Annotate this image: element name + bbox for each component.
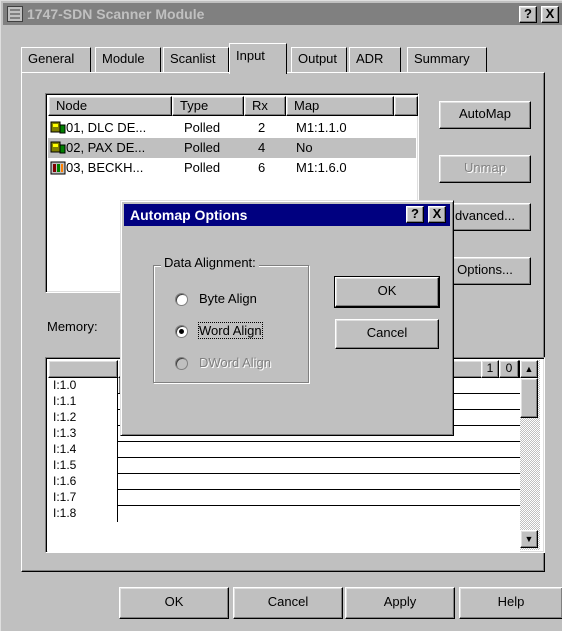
grid-corner-header [48, 360, 118, 378]
table-row[interactable]: I:1.5 [50, 458, 524, 474]
help-button-footer[interactable]: Help [459, 587, 562, 619]
tab-general[interactable]: General [21, 47, 91, 73]
column-header-map[interactable]: Map [286, 96, 394, 116]
byte-align-radio[interactable] [175, 293, 188, 306]
dialog-title-bar[interactable]: Automap Options ? X [124, 204, 450, 226]
dialog-help-button[interactable]: ? [406, 206, 424, 223]
device-icon [50, 121, 66, 134]
column-header-rx[interactable]: Rx [244, 96, 286, 116]
table-row[interactable]: I:1.4 [50, 442, 524, 458]
word-align-radio[interactable] [175, 325, 188, 338]
tab-scanlist[interactable]: Scanlist [163, 47, 229, 73]
row-type: Polled [184, 120, 221, 135]
dialog-close-button[interactable]: X [428, 206, 446, 223]
tab-module[interactable]: Module [95, 47, 161, 73]
row-address: I:1.8 [50, 506, 118, 522]
row-rx: 4 [258, 140, 266, 155]
bit-header-1: 1 [481, 360, 499, 378]
row-address: I:1.3 [50, 426, 118, 442]
row-rx: 6 [258, 160, 266, 175]
word-align-label[interactable]: Word Align [198, 322, 263, 339]
byte-align-label[interactable]: Byte Align [199, 291, 257, 306]
row-address: I:1.5 [50, 458, 118, 474]
row-rx: 2 [258, 120, 266, 135]
scroll-down-arrow-icon[interactable]: ▼ [520, 530, 538, 548]
rack-device-icon [50, 161, 66, 175]
table-row[interactable]: I:1.6 [50, 474, 524, 490]
row-address: I:1.6 [50, 474, 118, 490]
close-button[interactable]: X [541, 6, 559, 23]
title-bar[interactable]: 1747-SDN Scanner Module ? X [3, 3, 562, 25]
row-map: No [296, 140, 313, 155]
tab-adr[interactable]: ADR [349, 47, 401, 73]
app-icon [7, 6, 23, 22]
dword-align-label[interactable]: DWord Align [199, 355, 271, 370]
dword-align-radio[interactable] [175, 357, 188, 370]
device-icon [50, 141, 66, 154]
scroll-up-arrow-icon[interactable]: ▲ [520, 360, 538, 378]
row-map: M1:1.1.0 [296, 120, 347, 135]
table-row[interactable]: I:1.8 [50, 506, 524, 522]
row-node: 01, DLC DE... [66, 120, 147, 135]
column-header-type[interactable]: Type [172, 96, 244, 116]
automap-button[interactable]: AutoMap [439, 101, 531, 129]
window-title: 1747-SDN Scanner Module [27, 6, 205, 22]
column-header-blank[interactable] [394, 96, 418, 116]
cancel-button[interactable]: Cancel [233, 587, 343, 619]
column-header-node[interactable]: Node [48, 96, 172, 116]
unmap-button[interactable]: Unmap [439, 155, 531, 183]
dialog-ok-button[interactable]: OK [334, 276, 440, 308]
row-type: Polled [184, 140, 221, 155]
row-node: 03, BECKH... [66, 160, 144, 175]
row-node: 02, PAX DE... [66, 140, 146, 155]
data-alignment-label: Data Alignment: [161, 255, 259, 270]
memory-label: Memory: [47, 319, 98, 334]
ok-button[interactable]: OK [119, 587, 229, 619]
help-button[interactable]: ? [519, 6, 537, 23]
row-address: I:1.7 [50, 490, 118, 506]
options-label: Options... [457, 262, 513, 277]
tab-input[interactable]: Input [229, 43, 287, 74]
row-map: M1:1.6.0 [296, 160, 347, 175]
table-row[interactable]: I:1.7 [50, 490, 524, 506]
tab-summary[interactable]: Summary [407, 47, 487, 73]
row-address: I:1.1 [50, 394, 118, 410]
unmap-label: Unmap [464, 160, 506, 175]
dialog-title: Automap Options [130, 207, 248, 223]
automap-label: AutoMap [458, 106, 512, 121]
row-address: I:1.2 [50, 410, 118, 426]
advanced-label: dvanced... [455, 208, 515, 223]
row-address: I:1.0 [50, 378, 118, 394]
scroll-thumb[interactable] [520, 378, 538, 418]
automap-options-dialog: Automap Options ? X Data Alignment: Byte… [120, 200, 454, 436]
memory-scrollbar[interactable]: ▲ ▼ [520, 360, 540, 550]
device-row[interactable]: 01, DLC DE... Polled 2 M1:1.1.0 [48, 118, 416, 138]
apply-button[interactable]: Apply [345, 587, 455, 619]
device-row[interactable]: 03, BECKH... Polled 6 M1:1.6.0 [48, 158, 416, 178]
row-address: I:1.4 [50, 442, 118, 458]
bit-header-0: 0 [499, 360, 519, 378]
dialog-cancel-button[interactable]: Cancel [335, 319, 439, 349]
tab-output[interactable]: Output [291, 47, 347, 73]
device-row[interactable]: 02, PAX DE... Polled 4 No [48, 138, 416, 158]
row-type: Polled [184, 160, 221, 175]
